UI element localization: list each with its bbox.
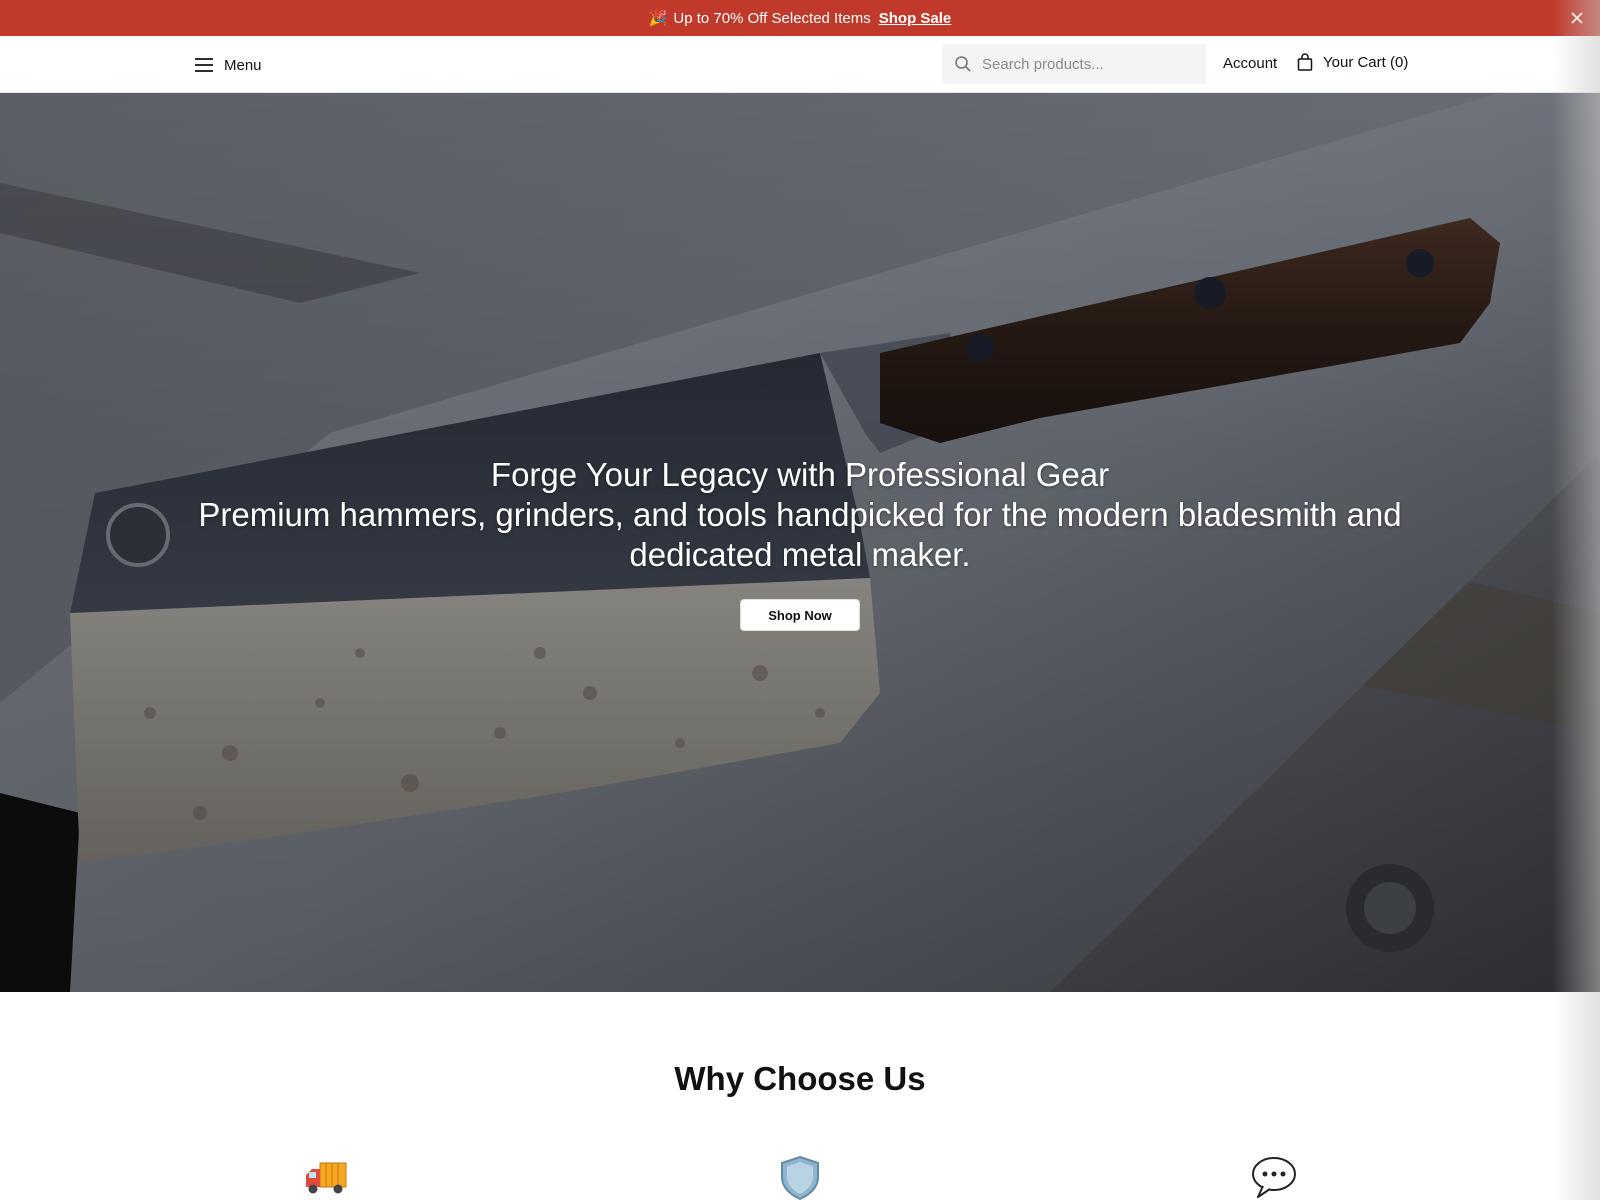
- hero-title: Forge Your Legacy with Professional Gear: [490, 456, 1110, 493]
- page: 🎉 Up to 70% Off Selected Items Shop Sale…: [0, 0, 1600, 1200]
- party-popper-icon: 🎉: [648, 9, 668, 27]
- hero-subtitle: Premium hammers, grinders, and tools han…: [198, 496, 1402, 573]
- menu-button[interactable]: Menu: [194, 52, 262, 78]
- hamburger-icon: [195, 58, 213, 72]
- cart-button[interactable]: Your Cart (0): [1297, 53, 1408, 71]
- cart-label: Your Cart (0): [1323, 53, 1409, 71]
- search-icon: [955, 56, 971, 72]
- shop-now-button[interactable]: Shop Now: [740, 599, 860, 631]
- why-choose-us-heading: Why Choose Us: [674, 1060, 926, 1097]
- site-header: Menu Account Your Cart (0): [0, 36, 1600, 93]
- shield-icon: [781, 1155, 819, 1200]
- search-input[interactable]: [982, 55, 1182, 73]
- promo-text: Up to 70% Off Selected Items: [673, 9, 871, 27]
- shopping-bag-icon: [1297, 53, 1313, 71]
- menu-label: Menu: [224, 56, 262, 74]
- search-box: [942, 44, 1206, 84]
- shop-sale-link[interactable]: Shop Sale: [879, 10, 952, 27]
- delivery-truck-icon: [306, 1162, 347, 1194]
- close-icon[interactable]: [1568, 9, 1586, 27]
- speech-bubble-icon: [1252, 1157, 1296, 1198]
- account-link[interactable]: Account: [1223, 55, 1277, 72]
- promo-bar: 🎉 Up to 70% Off Selected Items Shop Sale: [0, 0, 1600, 36]
- hero-banner: Forge Your Legacy with Professional Gear…: [0, 93, 1600, 992]
